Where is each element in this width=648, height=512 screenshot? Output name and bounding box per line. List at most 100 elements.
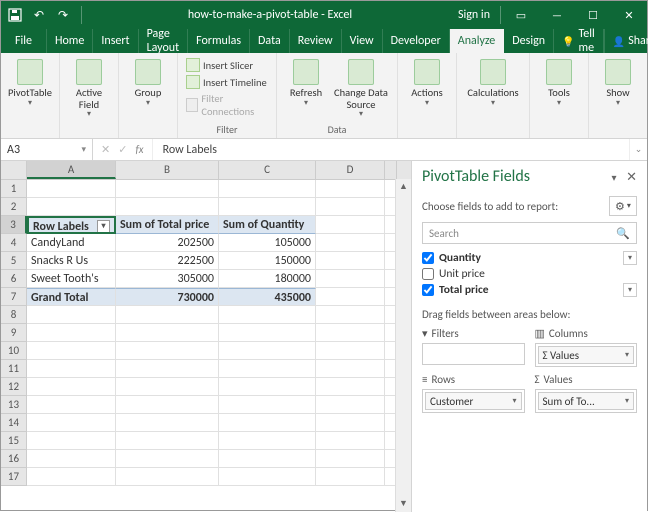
minimize-button[interactable]: — <box>539 1 575 29</box>
scroll-up-icon[interactable]: ▲ <box>396 179 411 195</box>
area-values[interactable]: ΣValues Sum of To...▾ <box>535 373 638 413</box>
col-header-d[interactable]: D <box>316 161 385 179</box>
cell[interactable]: 105000 <box>219 234 316 252</box>
cancel-formula-icon[interactable]: ✕ <box>101 143 110 156</box>
enter-formula-icon[interactable]: ✓ <box>118 143 127 156</box>
row-header[interactable]: 3 <box>1 216 27 234</box>
row-header[interactable]: 13 <box>1 396 27 414</box>
formula-bar[interactable]: Row Labels <box>153 139 629 160</box>
insert-timeline-button[interactable]: Insert Timeline <box>184 74 270 90</box>
cell[interactable]: Sum of Quantity <box>219 216 316 234</box>
field-total-price[interactable]: Total price▾ <box>422 282 637 298</box>
actions-button[interactable]: Actions <box>404 55 450 121</box>
row-header[interactable]: 5 <box>1 252 27 270</box>
field-checkbox[interactable] <box>422 284 434 296</box>
cell[interactable]: 305000 <box>116 270 219 288</box>
row-header[interactable]: 4 <box>1 234 27 252</box>
chevron-down-icon[interactable]: ▾ <box>512 396 516 406</box>
sign-in-link[interactable]: Sign in <box>450 8 498 22</box>
cell[interactable]: Sweet Tooth's <box>27 270 116 288</box>
calculations-button[interactable]: Calculations <box>463 55 523 121</box>
cell[interactable]: Grand Total <box>27 288 116 306</box>
save-icon[interactable] <box>7 7 23 23</box>
refresh-button[interactable]: Refresh <box>283 55 329 121</box>
spreadsheet-grid[interactable]: 1 2 3 Row Labels ▾ Sum of Total price Su… <box>1 180 411 486</box>
fx-icon[interactable]: fx <box>135 143 143 156</box>
row-header[interactable]: 11 <box>1 360 27 378</box>
pane-menu-icon[interactable]: ▾ <box>611 171 616 184</box>
cell[interactable]: 180000 <box>219 270 316 288</box>
area-rows[interactable]: ≡Rows Customer▾ <box>422 373 525 413</box>
tab-view[interactable]: View <box>342 29 383 53</box>
redo-icon[interactable]: ↷ <box>55 7 71 23</box>
col-header-e[interactable] <box>385 161 397 179</box>
cell-a3[interactable]: Row Labels ▾ <box>27 216 116 234</box>
expand-formula-bar-icon[interactable]: ⌄ <box>629 139 647 160</box>
active-field-button[interactable]: Active Field <box>66 55 112 121</box>
cell[interactable]: 730000 <box>116 288 219 306</box>
tab-tell-me[interactable]: Tell me <box>554 29 604 53</box>
tab-page-layout[interactable]: Page Layout <box>139 29 189 53</box>
cell[interactable]: Snacks R Us <box>27 252 116 270</box>
scroll-down-icon[interactable]: ▼ <box>396 496 411 512</box>
area-filters[interactable]: ▾Filters <box>422 327 525 367</box>
close-button[interactable]: ✕ <box>611 1 647 29</box>
col-header-a[interactable]: A <box>27 161 116 179</box>
chevron-down-icon[interactable]: ▾ <box>623 251 637 265</box>
tab-insert[interactable]: Insert <box>93 29 138 53</box>
chevron-down-icon[interactable]: ▾ <box>625 350 629 360</box>
chip-sigma-values[interactable]: Σ Values▾ <box>538 346 635 364</box>
tab-data[interactable]: Data <box>250 29 290 53</box>
cell[interactable]: 202500 <box>116 234 219 252</box>
select-all-corner[interactable] <box>1 161 27 179</box>
tab-design[interactable]: Design <box>504 29 554 53</box>
search-fields-input[interactable]: Search 🔍 <box>422 222 637 244</box>
chip-sum-of-total[interactable]: Sum of To...▾ <box>538 392 635 410</box>
col-header-c[interactable]: C <box>219 161 316 179</box>
undo-icon[interactable]: ↶ <box>31 7 47 23</box>
chevron-down-icon[interactable]: ▾ <box>625 396 629 406</box>
row-header[interactable]: 16 <box>1 450 27 468</box>
change-data-source-button[interactable]: Change Data Source <box>331 55 391 121</box>
row-header[interactable]: 1 <box>1 180 27 198</box>
tools-button[interactable]: Tools <box>536 55 582 121</box>
row-labels-filter-icon[interactable]: ▾ <box>97 220 110 233</box>
pivottable-button[interactable]: PivotTable <box>7 55 53 121</box>
name-box[interactable]: A3 ▾ <box>1 139 93 160</box>
tab-formulas[interactable]: Formulas <box>188 29 250 53</box>
close-pane-icon[interactable]: ✕ <box>626 170 637 185</box>
cell[interactable]: CandyLand <box>27 234 116 252</box>
insert-slicer-button[interactable]: Insert Slicer <box>184 57 270 73</box>
row-header[interactable]: 14 <box>1 414 27 432</box>
group-button[interactable]: Group <box>125 55 171 121</box>
cell[interactable]: 222500 <box>116 252 219 270</box>
row-header[interactable]: 17 <box>1 468 27 486</box>
cell[interactable]: Sum of Total price <box>116 216 219 234</box>
tab-developer[interactable]: Developer <box>383 29 450 53</box>
vertical-scrollbar[interactable]: ▲ ▼ <box>395 179 411 512</box>
ribbon-display-options-icon[interactable]: ▭ <box>503 1 539 29</box>
field-unit-price[interactable]: Unit price <box>422 266 637 282</box>
chevron-down-icon[interactable]: ▾ <box>81 144 86 155</box>
row-header[interactable]: 9 <box>1 324 27 342</box>
show-button[interactable]: Show <box>595 55 641 121</box>
row-header[interactable]: 8 <box>1 306 27 324</box>
tab-review[interactable]: Review <box>290 29 342 53</box>
col-header-b[interactable]: B <box>116 161 219 179</box>
row-header[interactable]: 15 <box>1 432 27 450</box>
row-header[interactable]: 7 <box>1 288 27 306</box>
chevron-down-icon[interactable]: ▾ <box>623 283 637 297</box>
field-checkbox[interactable] <box>422 252 434 264</box>
tab-analyze[interactable]: Analyze <box>450 29 505 53</box>
row-header[interactable]: 12 <box>1 378 27 396</box>
chip-customer[interactable]: Customer▾ <box>425 392 522 410</box>
cell[interactable]: 435000 <box>219 288 316 306</box>
tab-share[interactable]: Share <box>604 29 648 53</box>
area-columns[interactable]: ▥Columns Σ Values▾ <box>535 327 638 367</box>
cell[interactable]: 150000 <box>219 252 316 270</box>
row-header[interactable]: 6 <box>1 270 27 288</box>
row-header[interactable]: 2 <box>1 198 27 216</box>
maximize-button[interactable]: ☐ <box>575 1 611 29</box>
row-header[interactable]: 10 <box>1 342 27 360</box>
tab-file[interactable]: File <box>1 29 47 53</box>
